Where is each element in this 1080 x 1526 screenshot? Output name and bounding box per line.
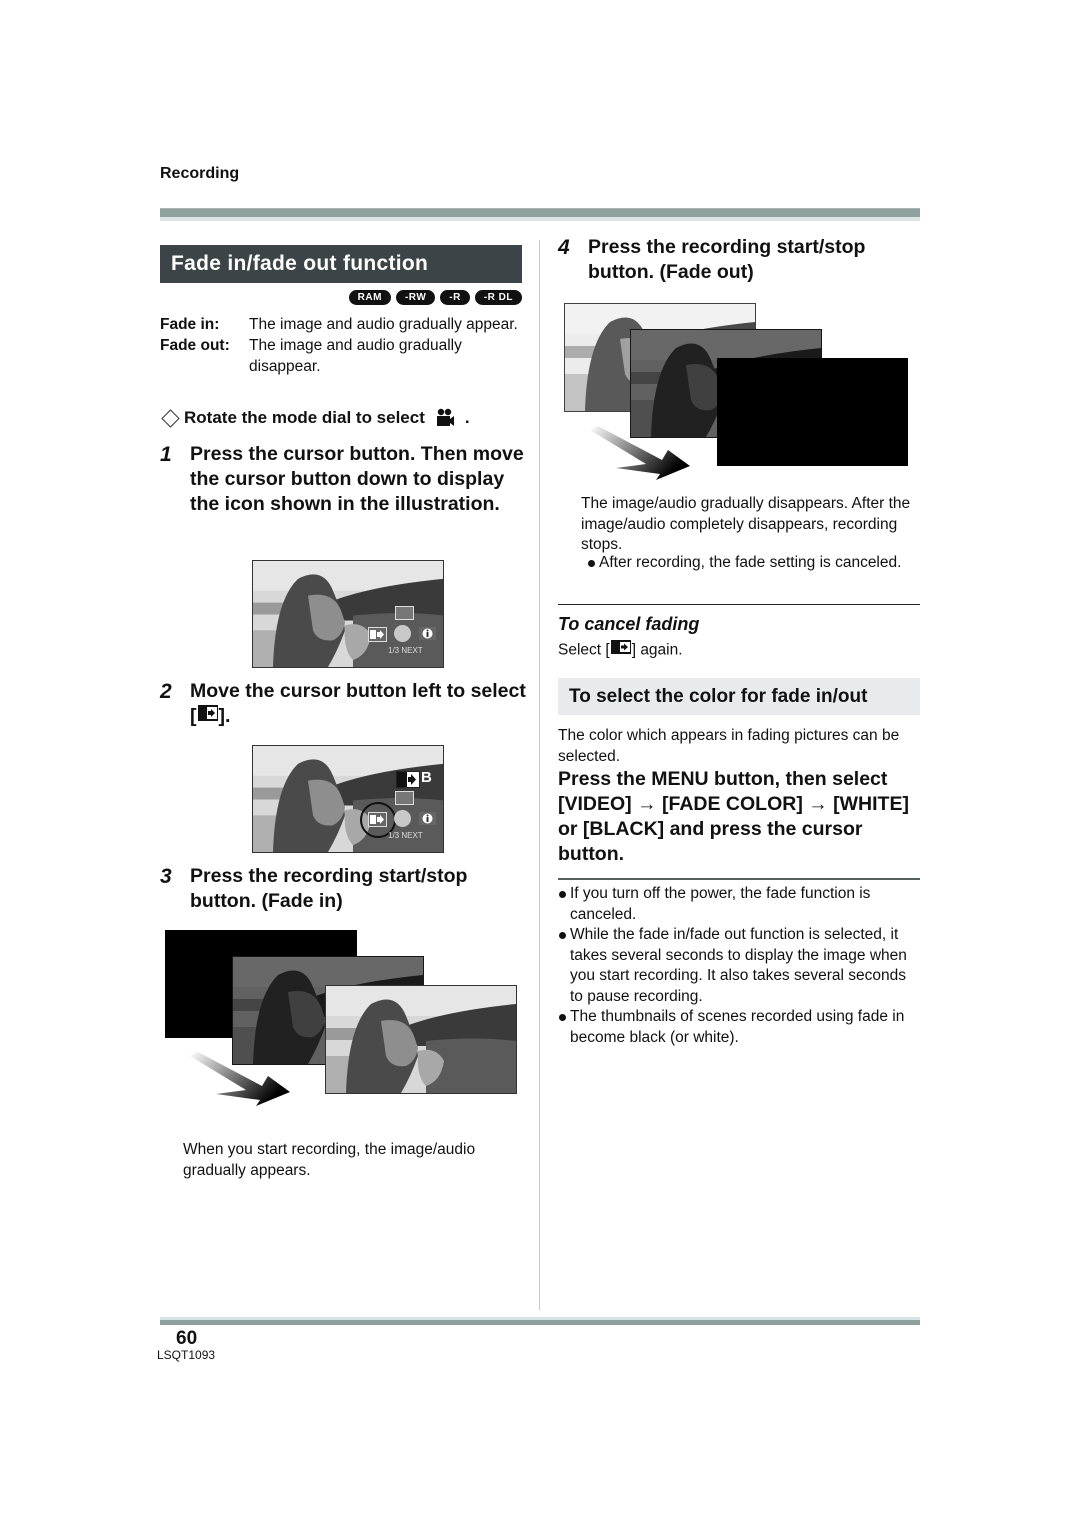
fade-icon — [368, 812, 387, 827]
step-number: 3 — [160, 865, 172, 888]
color-section-intro: The color which appears in fading pictur… — [558, 727, 900, 765]
header-rule — [160, 208, 920, 221]
cancel-text: Select [ ] again. — [558, 639, 683, 662]
divider — [558, 604, 920, 605]
definition-term: Fade in: — [160, 316, 220, 333]
step-number: 2 — [160, 680, 172, 703]
cursor-center-icon — [394, 810, 411, 827]
definition-desc: The image and audio gradually disappear. — [249, 337, 462, 375]
fade-status-color: B — [421, 769, 432, 786]
media-badge-rdl: -R DL — [474, 290, 522, 305]
step-number: 4 — [558, 236, 570, 259]
document-code: LSQT1093 — [157, 1348, 216, 1362]
backlight-icon — [395, 791, 414, 805]
step-text-after: ]. — [218, 705, 231, 727]
info-icon — [419, 627, 436, 640]
precondition-text: Rotate the mode dial to select — [184, 408, 425, 427]
precondition-end: . — [464, 408, 470, 427]
section-label: Recording — [160, 165, 240, 182]
cancel-text-after: ] again. — [631, 641, 683, 659]
media-badge-r: -R — [440, 290, 470, 305]
color-section-notes: If you turn off the power, the fade func… — [558, 884, 920, 1048]
page-title: Fade in/fade out function — [160, 245, 522, 283]
step-number: 1 — [160, 443, 172, 466]
note-item: While the fade in/fade out function is s… — [558, 925, 920, 1007]
media-badges: RAM -RW -R -R DL — [348, 290, 522, 305]
step-3: 3 Press the recording start/stop button.… — [160, 864, 530, 919]
definitions: Fade in: The image and audio gradually a… — [160, 314, 530, 377]
color-section-instruction: Press the MENU button, then select [VIDE… — [558, 768, 909, 865]
fade-icon — [197, 704, 219, 729]
screen-illustration-2: B 1/3 NEXT — [252, 745, 444, 853]
cancel-text-before: Select [ — [558, 641, 610, 659]
step-text: Press the recording start/stop button. (… — [190, 865, 468, 912]
footer-rule — [160, 1317, 920, 1325]
step-2: 2 Move the cursor button left to select … — [160, 679, 530, 734]
fade-out-caption: The image/audio gradually disappears. Af… — [581, 495, 911, 553]
definition-term: Fade out: — [160, 337, 230, 354]
fade-in-caption: When you start recording, the image/audi… — [183, 1141, 476, 1179]
page-indicator: 1/3 NEXT — [388, 831, 423, 840]
divider — [558, 878, 920, 880]
step-text: Move the cursor button left to select []… — [190, 679, 530, 729]
media-badge-ram: RAM — [348, 290, 391, 305]
definition-fade-out: Fade out: The image and audio gradually … — [160, 335, 530, 377]
cursor-center-icon — [394, 625, 411, 642]
note-item: The thumbnails of scenes recorded using … — [558, 1007, 920, 1048]
fade-icon — [368, 627, 387, 642]
screen-illustration-1: 1/3 NEXT — [252, 560, 444, 668]
color-section-heading: To select the color for fade in/out — [558, 678, 920, 715]
fade-icon — [610, 639, 632, 662]
precondition: Rotate the mode dial to select . — [160, 408, 470, 428]
cancel-heading: To cancel fading — [558, 614, 700, 634]
step-text: Press the cursor button. Then move the c… — [190, 443, 524, 515]
step-text: Press the recording start/stop button. (… — [588, 236, 866, 283]
fade-out-arrow-icon — [590, 426, 690, 480]
definition-desc: The image and audio gradually appear. — [249, 316, 518, 333]
fade-out-note: After recording, the fade setting is can… — [587, 553, 919, 574]
media-badge-rw: -RW — [395, 290, 436, 305]
column-divider — [539, 240, 540, 1310]
definition-fade-in: Fade in: The image and audio gradually a… — [160, 314, 530, 335]
backlight-icon — [395, 606, 414, 620]
motion-picture-mode-icon — [435, 408, 455, 428]
note-item: If you turn off the power, the fade func… — [558, 884, 920, 925]
step-4: 4 Press the recording start/stop button.… — [558, 235, 920, 290]
fade-status-icon — [396, 771, 420, 788]
page-indicator: 1/3 NEXT — [388, 646, 423, 655]
step-1: 1 Press the cursor button. Then move the… — [160, 442, 530, 547]
fade-in-arrow-icon — [190, 1052, 290, 1106]
fade-in-frame-full — [325, 985, 517, 1094]
diamond-icon — [161, 408, 180, 428]
fade-out-frame-black — [717, 358, 908, 466]
page-number: 60 — [176, 1328, 198, 1349]
step-text-before: Move the cursor button left to select [ — [190, 680, 526, 727]
info-icon — [419, 812, 436, 825]
